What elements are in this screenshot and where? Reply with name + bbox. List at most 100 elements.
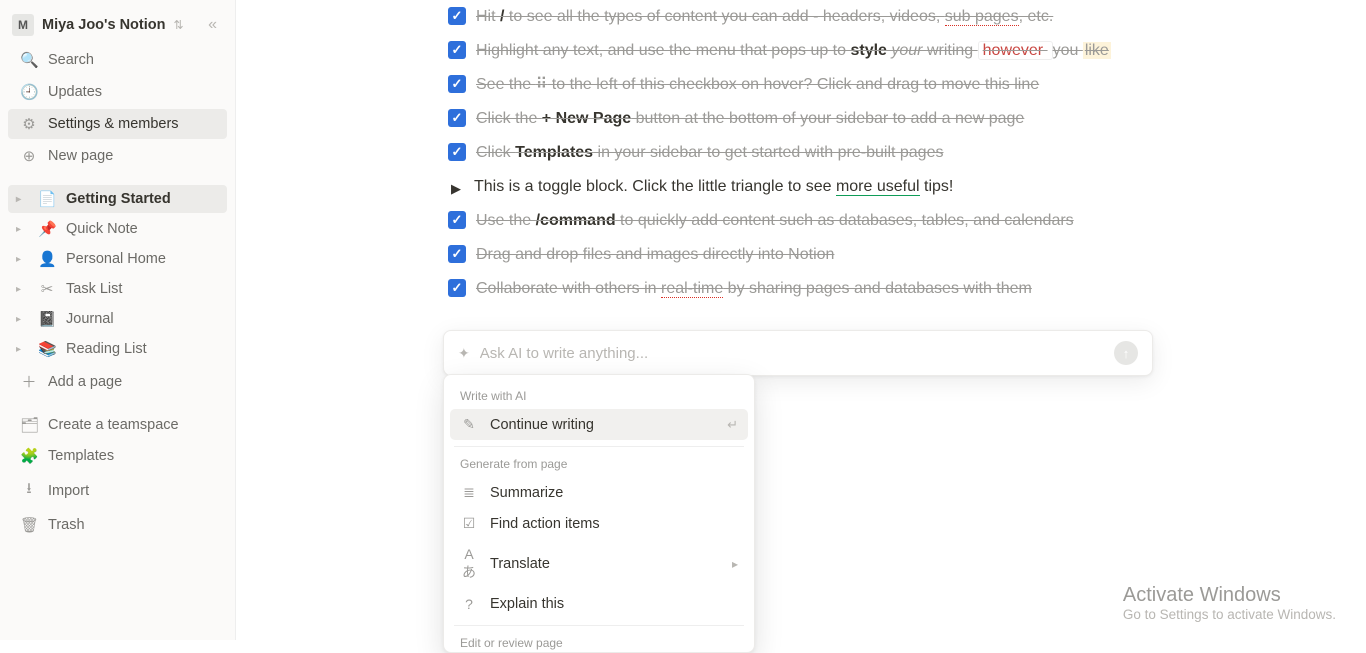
chevron-right-icon[interactable]: ▸ — [16, 284, 28, 295]
chevron-right-icon[interactable]: ▸ — [16, 254, 28, 265]
todo-block[interactable]: ✓ See the ⠿ to the left of this checkbox… — [446, 68, 1166, 102]
sidebar-page-label: Quick Note — [66, 221, 138, 237]
checkbox-checked-icon[interactable]: ✓ — [448, 211, 466, 229]
book-icon: 📓 — [38, 310, 56, 328]
checkbox-checked-icon[interactable]: ✓ — [448, 41, 466, 59]
ai-menu-label: Explain this — [490, 596, 564, 612]
clock-icon: 🕘 — [20, 83, 38, 101]
sidebar-label: Search — [48, 52, 94, 68]
sidebar-page-label: Journal — [66, 311, 114, 327]
text: button at the bottom of your sidebar to … — [631, 110, 1024, 127]
ai-menu-continue-writing[interactable]: ✎ Continue writing ↵ — [450, 409, 748, 440]
chevron-right-icon[interactable]: ▸ — [16, 224, 28, 235]
checkbox-checked-icon[interactable]: ✓ — [448, 109, 466, 127]
ai-menu-summarize[interactable]: ≣ Summarize — [450, 477, 748, 508]
sidebar-label: Updates — [48, 84, 102, 100]
toggle-block[interactable]: ▶ This is a toggle block. Click the litt… — [446, 170, 1166, 204]
sidebar-page-personal-home[interactable]: ▸ 👤 Personal Home — [8, 245, 227, 273]
sidebar-label: Trash — [48, 517, 85, 533]
text: to quickly add content such as databases… — [616, 212, 1074, 229]
sidebar-page-label: Reading List — [66, 341, 147, 357]
todo-block[interactable]: ✓ Use the /command to quickly add conten… — [446, 204, 1166, 238]
sidebar-search[interactable]: 🔍 Search — [8, 45, 227, 75]
send-button[interactable]: ↑ — [1114, 341, 1138, 365]
text: in your sidebar to get started with pre-… — [593, 144, 943, 161]
books-icon: 📚 — [38, 340, 56, 358]
toggle-triangle-icon[interactable]: ▶ — [448, 179, 464, 199]
sidebar-settings[interactable]: ⚙ Settings & members — [8, 109, 227, 139]
workspace-badge: M — [12, 14, 34, 36]
chevron-right-icon[interactable]: ▸ — [16, 194, 28, 205]
todo-block[interactable]: ✓ Click the + New Page button at the bot… — [446, 102, 1166, 136]
ai-menu-label: Summarize — [490, 485, 563, 501]
sidebar-create-teamspace[interactable]: 🗂 Create a teamspace — [8, 410, 227, 440]
ai-menu-label: Find action items — [490, 516, 600, 532]
sidebar-page-reading-list[interactable]: ▸ 📚 Reading List — [8, 335, 227, 363]
checkbox-checked-icon[interactable]: ✓ — [448, 143, 466, 161]
trash-icon: 🗑 — [20, 516, 38, 534]
ai-menu-find-action-items[interactable]: ☑ Find action items — [450, 508, 748, 539]
sidebar-new-page[interactable]: ⊕ New page — [8, 141, 227, 171]
workspace-switcher[interactable]: M Miya Joo's Notion ⇅ « — [0, 10, 235, 44]
sidebar-page-journal[interactable]: ▸ 📓 Journal — [8, 305, 227, 333]
sidebar-add-page[interactable]: ＋ Add a page — [8, 365, 227, 398]
main-content: ✓ Hit / to see all the types of content … — [236, 0, 1366, 640]
ai-input-bar[interactable]: ✦ ↑ — [443, 330, 1153, 376]
ai-input[interactable] — [480, 345, 1104, 362]
gear-icon: ⚙ — [20, 115, 38, 133]
updown-icon: ⇅ — [173, 18, 183, 32]
ai-menu-translate[interactable]: Aあ Translate ▸ — [450, 539, 748, 589]
todo-block[interactable]: ✓ Highlight any text, and use the menu t… — [446, 34, 1166, 68]
checkbox-checked-icon[interactable]: ✓ — [448, 7, 466, 25]
person-icon: 👤 — [38, 250, 56, 268]
checkbox-checked-icon[interactable]: ✓ — [448, 245, 466, 263]
plus-circle-icon: ⊕ — [20, 147, 38, 165]
text: Click the — [476, 110, 542, 127]
text: to the left of this checkbox on hover? C… — [547, 76, 1039, 93]
todo-block[interactable]: ✓ Hit / to see all the types of content … — [446, 0, 1166, 34]
text: more useful — [836, 178, 920, 196]
text: This is a toggle block. Click the little… — [474, 175, 1164, 199]
drag-handle-icon: ⠿ — [536, 76, 548, 93]
translate-icon: Aあ — [460, 546, 478, 582]
text: Collaborate with others in — [476, 280, 661, 297]
todo-block[interactable]: ✓ Drag and drop files and images directl… — [446, 238, 1166, 272]
chevron-right-icon: ▸ — [732, 557, 738, 571]
text: your — [887, 42, 927, 59]
collapse-sidebar-icon[interactable]: « — [202, 14, 223, 36]
sidebar-templates[interactable]: 🧩 Templates — [8, 441, 227, 471]
list-icon: ☑ — [460, 515, 478, 532]
ai-suggestions-menu: Write with AI ✎ Continue writing ↵ Gener… — [443, 374, 755, 653]
todo-block[interactable]: ✓ Click Templates in your sidebar to get… — [446, 136, 1166, 170]
text: See the — [476, 76, 536, 93]
chevron-right-icon[interactable]: ▸ — [16, 314, 28, 325]
text: Click — [476, 144, 515, 161]
sidebar-import[interactable]: ⭳ Import — [8, 472, 227, 509]
text: tips! — [920, 178, 954, 195]
ai-menu-explain-this[interactable]: ? Explain this — [450, 589, 748, 619]
watermark-subtitle: Go to Settings to activate Windows. — [1123, 607, 1336, 622]
ai-menu-heading: Write with AI — [450, 385, 748, 409]
search-icon: 🔍 — [20, 51, 38, 69]
watermark-title: Activate Windows — [1123, 584, 1336, 607]
text: sub pages — [945, 8, 1019, 26]
divider — [454, 446, 744, 447]
sidebar-page-quick-note[interactable]: ▸ 📌 Quick Note — [8, 215, 227, 243]
teamspace-icon: 🗂 — [20, 416, 38, 434]
sidebar-page-label: Personal Home — [66, 251, 166, 267]
arrow-up-icon: ↑ — [1123, 346, 1130, 361]
sidebar-trash[interactable]: 🗑 Trash — [8, 510, 227, 540]
text: style — [850, 42, 886, 59]
pencil-icon: ✎ — [460, 416, 478, 433]
page-icon: 📄 — [38, 190, 56, 208]
sidebar-updates[interactable]: 🕘 Updates — [8, 77, 227, 107]
sidebar-page-task-list[interactable]: ▸ ✂ Task List — [8, 275, 227, 303]
todo-block[interactable]: ✓ Collaborate with others in real-time b… — [446, 272, 1166, 306]
text: Templates — [515, 144, 593, 161]
checkbox-checked-icon[interactable]: ✓ — [448, 75, 466, 93]
sidebar-page-getting-started[interactable]: ▸ 📄 Getting Started — [8, 185, 227, 213]
checkbox-checked-icon[interactable]: ✓ — [448, 279, 466, 297]
text: however — [978, 41, 1053, 60]
sidebar-label: Import — [48, 483, 89, 499]
chevron-right-icon[interactable]: ▸ — [16, 344, 28, 355]
